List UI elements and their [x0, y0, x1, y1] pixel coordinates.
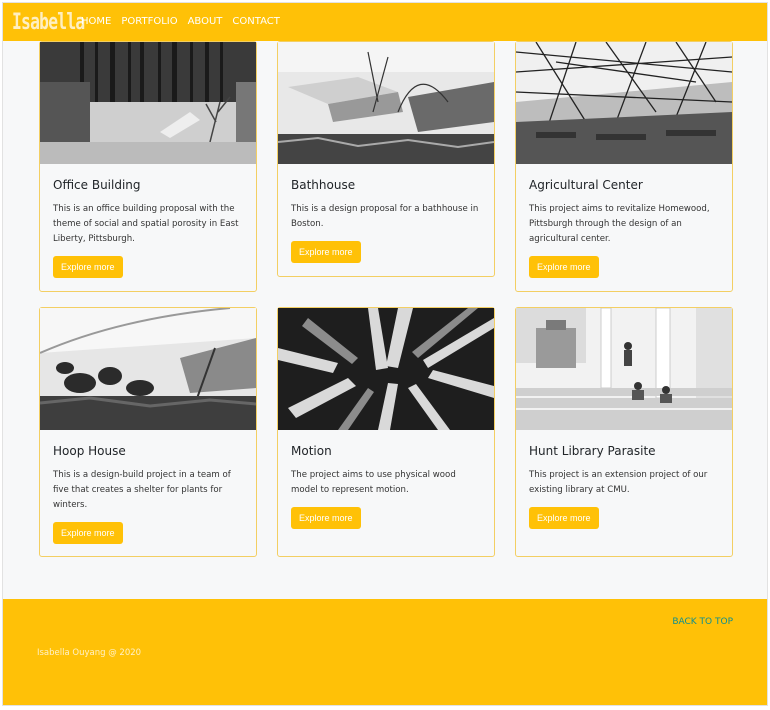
office-building-image [40, 42, 256, 164]
explore-more-button[interactable]: Explore more [291, 507, 361, 529]
nav-links: HOME PORTFOLIO ABOUT CONTACT [81, 16, 280, 27]
project-card-motion: Motion The project aims to use physical … [277, 307, 495, 557]
project-description: The project aims to use physical wood mo… [291, 470, 456, 495]
explore-more-button[interactable]: Explore more [529, 256, 599, 278]
hoop-house-image [40, 308, 256, 430]
nav-home-link[interactable]: HOME [81, 16, 111, 27]
copyright-text: Isabella Ouyang @ 2020 [37, 648, 142, 658]
footer: BACK TO TOP Isabella Ouyang @ 2020 [3, 599, 767, 705]
nav-contact-link[interactable]: CONTACT [232, 16, 279, 27]
page-frame: Isabella HOME PORTFOLIO ABOUT CONTACT Of… [2, 2, 768, 706]
hunt-library-parasite-image [516, 308, 732, 430]
project-description: This is an office building proposal with… [53, 204, 239, 244]
project-card-bathhouse: Bathhouse This is a design proposal for … [277, 41, 495, 277]
project-title: Motion [291, 444, 332, 458]
project-card-office-building: Office Building This is an office buildi… [39, 41, 257, 292]
project-description: This is a design proposal for a bathhous… [291, 204, 479, 229]
agricultural-center-image [516, 42, 732, 164]
project-title: Hoop House [53, 444, 126, 458]
project-card-agricultural-center: Agricultural Center This project aims to… [515, 41, 733, 292]
project-title: Hunt Library Parasite [529, 444, 656, 458]
project-title: Agricultural Center [529, 178, 643, 192]
explore-more-button[interactable]: Explore more [53, 256, 123, 278]
project-description: This is a design-build project in a team… [53, 470, 231, 510]
nav-portfolio-link[interactable]: PORTFOLIO [121, 16, 177, 27]
bathhouse-image [278, 42, 494, 164]
project-grid: Office Building This is an office buildi… [39, 41, 733, 559]
motion-image [278, 308, 494, 430]
project-card-hoop-house: Hoop House This is a design-build projec… [39, 307, 257, 557]
project-title: Bathhouse [291, 178, 356, 192]
nav-about-link[interactable]: ABOUT [188, 16, 223, 27]
project-description: This project aims to revitalize Homewood… [529, 204, 710, 244]
explore-more-button[interactable]: Explore more [53, 522, 123, 544]
project-title: Office Building [53, 178, 141, 192]
explore-more-button[interactable]: Explore more [529, 507, 599, 529]
explore-more-button[interactable]: Explore more [291, 241, 361, 263]
navbar: Isabella HOME PORTFOLIO ABOUT CONTACT [3, 3, 767, 41]
project-description: This project is an extension project of … [529, 470, 708, 495]
project-card-hunt-library-parasite: Hunt Library Parasite This project is an… [515, 307, 733, 557]
back-to-top-link[interactable]: BACK TO TOP [672, 617, 733, 627]
site-logo[interactable]: Isabella [12, 10, 85, 35]
